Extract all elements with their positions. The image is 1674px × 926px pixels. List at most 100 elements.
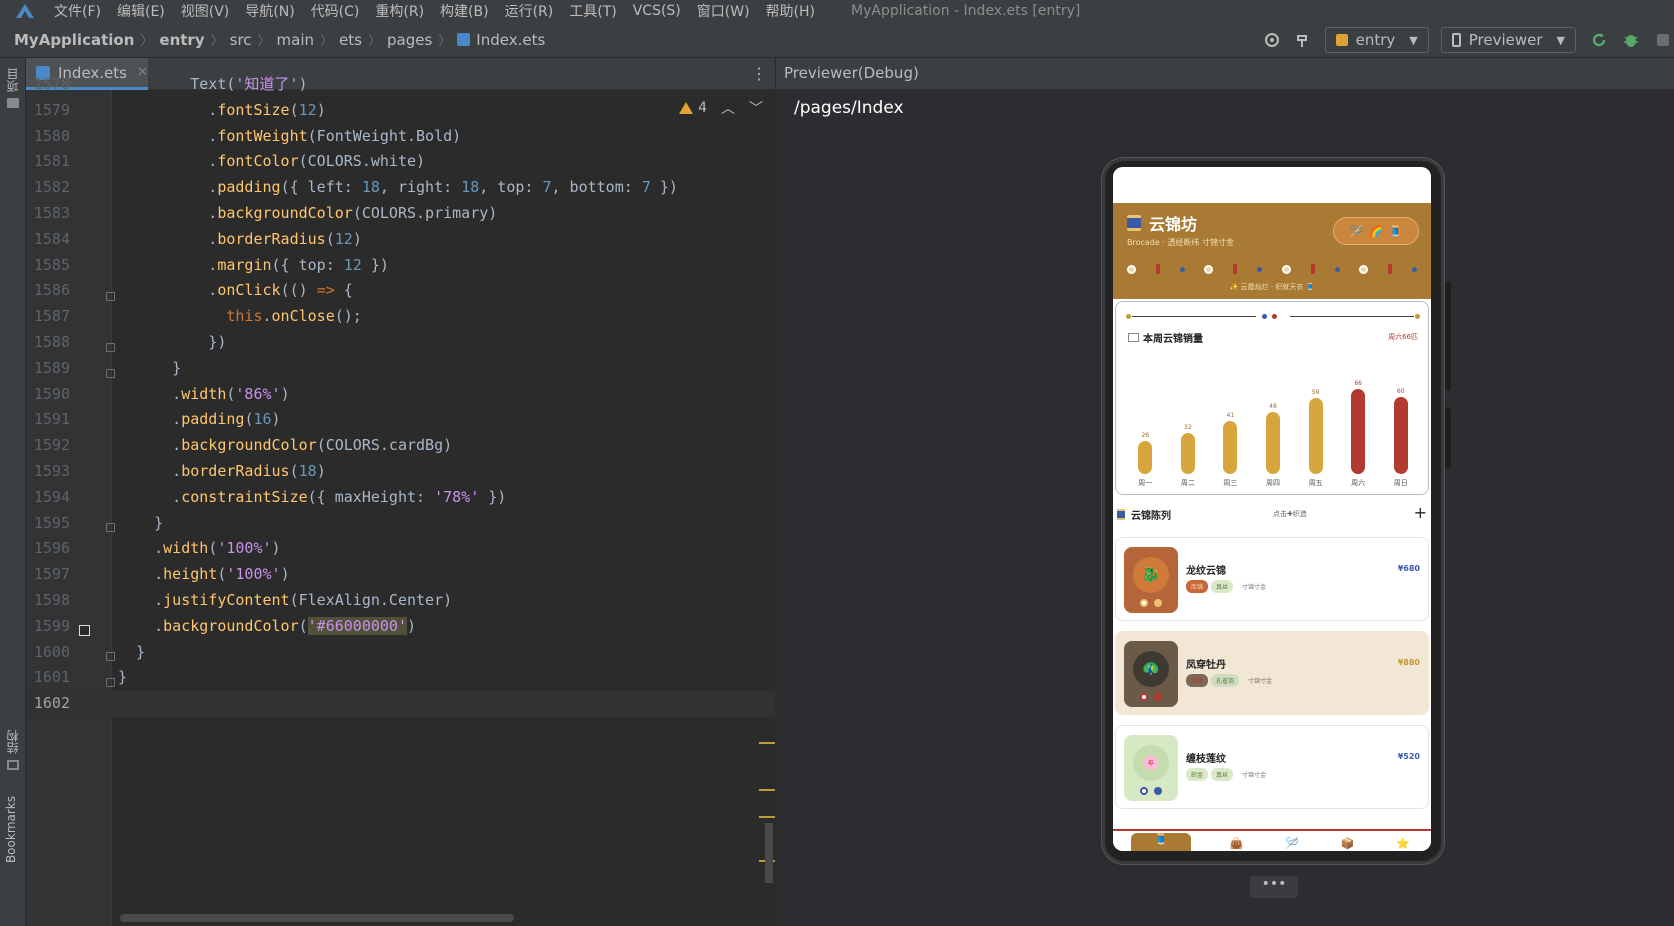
code-text[interactable]: } xyxy=(118,640,145,666)
warning-stripe-mark[interactable] xyxy=(759,816,775,818)
chart-bar[interactable] xyxy=(1138,440,1153,474)
code-line[interactable]: 1601} xyxy=(26,665,775,691)
code-text[interactable]: .backgroundColor(COLORS.primary) xyxy=(118,201,497,227)
debug-bug-icon[interactable] xyxy=(1620,29,1642,51)
code-text[interactable]: .margin({ top: 12 }) xyxy=(118,253,389,279)
code-text[interactable]: .backgroundColor(COLORS.cardBg) xyxy=(118,433,452,459)
brocade-card[interactable]: 🐉 龙纹云锦 ¥680 库锦 真丝 寸锦寸金 xyxy=(1115,537,1429,621)
menu-help[interactable]: 帮助(H) xyxy=(766,1,815,21)
code-text[interactable]: .onClick(() => { xyxy=(118,278,353,304)
stop-icon[interactable] xyxy=(1652,29,1674,51)
menu-window[interactable]: 窗口(W) xyxy=(697,1,750,21)
project-tool-tab[interactable]: 项目 xyxy=(4,68,21,92)
menu-vcs[interactable]: VCS(S) xyxy=(633,3,681,19)
code-text[interactable]: .borderRadius(12) xyxy=(118,227,362,253)
code-text[interactable]: } xyxy=(118,665,127,691)
tab-star[interactable]: ⭐ xyxy=(1393,837,1413,851)
code-text[interactable]: this.onClose(); xyxy=(118,304,361,330)
menu-file[interactable]: 文件(F) xyxy=(54,1,101,21)
breadcrumb-ets[interactable]: ets xyxy=(339,31,362,49)
code-text[interactable]: } xyxy=(118,356,181,382)
code-line[interactable]: 1596 .width('100%') xyxy=(26,536,775,562)
device-selector[interactable]: Previewer ▼ xyxy=(1440,27,1576,53)
color-swatch-icon[interactable] xyxy=(79,625,90,636)
code-text[interactable]: .padding({ left: 18, right: 18, top: 7, … xyxy=(118,175,678,201)
code-line[interactable]: 1583 .backgroundColor(COLORS.primary) xyxy=(26,201,775,227)
error-stripe[interactable] xyxy=(757,58,775,926)
target-icon[interactable] xyxy=(1261,29,1283,51)
chart-bar[interactable] xyxy=(1308,398,1323,474)
code-line[interactable]: 1594 .constraintSize({ maxHeight: '78%' … xyxy=(26,485,775,511)
code-line[interactable]: 1586 .onClick(() => { xyxy=(26,278,775,304)
breadcrumb-src[interactable]: src xyxy=(230,31,252,49)
menu-navigate[interactable]: 导航(N) xyxy=(245,1,294,21)
code-line[interactable]: 1584 .borderRadius(12) xyxy=(26,227,775,253)
previewer-more-button[interactable]: ••• xyxy=(1250,876,1298,898)
tab-box[interactable]: 📦 xyxy=(1338,837,1358,851)
vertical-scrollbar[interactable] xyxy=(765,823,773,883)
code-text[interactable]: .width('100%') xyxy=(118,536,280,562)
breadcrumb-pages[interactable]: pages xyxy=(387,31,432,49)
breadcrumb-file[interactable]: Index.ets xyxy=(476,31,545,49)
module-selector[interactable]: entry ▼ xyxy=(1324,27,1429,53)
menu-edit[interactable]: 编辑(E) xyxy=(117,1,165,21)
code-line[interactable]: 1598 .justifyContent(FlexAlign.Center) xyxy=(26,588,775,614)
code-text[interactable]: }) xyxy=(118,330,226,356)
refresh-icon[interactable] xyxy=(1588,29,1610,51)
code-line[interactable]: 1588 }) xyxy=(26,330,775,356)
warning-stripe-mark[interactable] xyxy=(759,742,775,744)
code-line[interactable]: 1585 .margin({ top: 12 }) xyxy=(26,253,775,279)
code-line[interactable]: 1581 .fontColor(COLORS.white) xyxy=(26,149,775,175)
menu-run[interactable]: 运行(R) xyxy=(505,1,554,21)
code-text[interactable]: .height('100%') xyxy=(118,562,289,588)
phone-screen[interactable]: 云锦坊 Brocade · 透经断纬 寸锦寸金 🪡 🌈 🧵 ✨ 云霞灿烂 · 织… xyxy=(1113,167,1431,851)
menu-tools[interactable]: 工具(T) xyxy=(569,1,616,21)
code-line[interactable]: 1589 } xyxy=(26,356,775,382)
code-line[interactable]: 1592 .backgroundColor(COLORS.cardBg) xyxy=(26,433,775,459)
tab-needle[interactable]: 🪡 xyxy=(1282,837,1302,851)
breadcrumb-module[interactable]: entry xyxy=(159,31,204,49)
code-text[interactable]: Text('知道了') xyxy=(118,72,307,98)
brocade-card[interactable]: 🌸 缠枝莲纹 ¥520 织金 真丝 寸锦寸金 xyxy=(1115,725,1429,809)
code-line[interactable]: 1582 .padding({ left: 18, right: 18, top… xyxy=(26,175,775,201)
brocade-card[interactable]: 🦚 凤穿牡丹 ¥880 库锦 孔雀羽 寸锦寸金 xyxy=(1115,631,1429,715)
breadcrumb-main[interactable]: main xyxy=(277,31,314,49)
fold-marker-icon[interactable] xyxy=(106,292,115,301)
chart-bar[interactable] xyxy=(1223,421,1238,474)
menu-view[interactable]: 视图(V) xyxy=(181,1,230,21)
code-text[interactable]: .fontSize(12) xyxy=(118,98,325,124)
add-button[interactable]: + xyxy=(1414,503,1427,522)
code-text[interactable]: .justifyContent(FlexAlign.Center) xyxy=(118,588,452,614)
code-line[interactable]: 1590 .width('86%') xyxy=(26,382,775,408)
code-text[interactable]: .constraintSize({ maxHeight: '78%' }) xyxy=(118,485,506,511)
code-text[interactable]: .width('86%') xyxy=(118,382,289,408)
chart-bar[interactable] xyxy=(1351,389,1366,474)
code-text[interactable]: } xyxy=(118,511,163,537)
structure-tool-tab[interactable]: 结构 xyxy=(4,730,21,754)
breadcrumb-project[interactable]: MyApplication xyxy=(14,31,134,49)
code-line[interactable]: 1580 .fontWeight(FontWeight.Bold) xyxy=(26,124,775,150)
warning-stripe-mark[interactable] xyxy=(759,789,775,791)
menu-refactor[interactable]: 重构(R) xyxy=(375,1,424,21)
chart-bar[interactable] xyxy=(1180,432,1195,474)
tab-bag[interactable]: 👜 xyxy=(1226,837,1246,851)
tab-home[interactable]: 🧵 xyxy=(1130,833,1191,851)
menu-code[interactable]: 代码(C) xyxy=(311,1,360,21)
fold-marker-icon[interactable] xyxy=(106,369,115,378)
code-line[interactable]: 1587 this.onClose(); xyxy=(26,304,775,330)
code-line[interactable]: 1591 .padding(16) xyxy=(26,407,775,433)
code-text[interactable]: .fontWeight(FontWeight.Bold) xyxy=(118,124,461,150)
code-line[interactable]: 1602 xyxy=(26,691,775,717)
chart-bar[interactable] xyxy=(1266,412,1280,474)
code-line[interactable]: 1599 .backgroundColor('#66000000') xyxy=(26,614,775,640)
code-text[interactable]: .fontColor(COLORS.white) xyxy=(118,149,425,175)
code-text[interactable]: .borderRadius(18) xyxy=(118,459,326,485)
header-icon-pill[interactable]: 🪡 🌈 🧵 xyxy=(1333,217,1419,245)
fold-marker-icon[interactable] xyxy=(106,678,115,687)
code-line[interactable]: 1600 } xyxy=(26,640,775,666)
code-text[interactable]: .backgroundColor('#66000000') xyxy=(118,614,416,640)
chart-bar[interactable] xyxy=(1393,396,1408,474)
code-line[interactable]: 1595 } xyxy=(26,511,775,537)
fold-marker-icon[interactable] xyxy=(106,343,115,352)
fold-marker-icon[interactable] xyxy=(106,652,115,661)
